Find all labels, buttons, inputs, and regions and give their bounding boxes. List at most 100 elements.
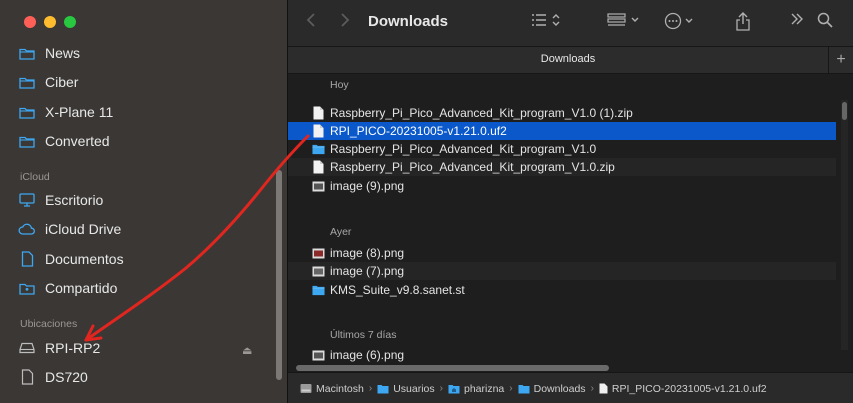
sidebar-item-icloud-drive[interactable]: iCloud Drive (18, 218, 121, 240)
folder-icon (18, 44, 36, 62)
window-title: Downloads (368, 13, 449, 30)
file-name: Raspberry_Pi_Pico_Advanced_Kit_program_V… (330, 160, 615, 174)
sidebar-item-label: Escritorio (45, 192, 104, 208)
image-thumbnail-icon (312, 246, 325, 260)
path-crumb-label: RPI_PICO-20231005-v1.21.0.uf2 (611, 382, 767, 395)
disk-icon (300, 383, 312, 394)
file-name: Raspberry_Pi_Pico_Advanced_Kit_program_V… (330, 106, 633, 120)
chevron-right-icon: › (509, 383, 513, 394)
document-icon (312, 124, 325, 138)
sidebar-section-icloud: iCloud (20, 171, 50, 183)
tab-bar: Downloads + (288, 46, 853, 74)
file-row[interactable]: Raspberry_Pi_Pico_Advanced_Kit_program_V… (288, 158, 836, 176)
overflow-chevron-icon[interactable] (790, 12, 804, 31)
close-button[interactable] (24, 16, 36, 28)
tab-downloads[interactable]: Downloads (288, 53, 848, 65)
path-crumb-downloads[interactable]: Downloads (518, 383, 586, 395)
file-row[interactable]: image (8).png (288, 244, 836, 262)
external-drive-icon (18, 339, 36, 357)
minimize-button[interactable] (44, 16, 56, 28)
image-thumbnail-icon (312, 264, 325, 278)
path-bar: Macintosh › Usuarios › pharizna › Downlo… (288, 372, 853, 403)
file-browser: Downloads Downloads + Hoy Raspberry_Pi_P… (288, 0, 853, 403)
path-crumb-pharizna[interactable]: pharizna (448, 383, 504, 395)
file-name: image (9).png (330, 179, 405, 193)
folder-icon (312, 142, 325, 156)
file-row[interactable]: image (6).png (288, 347, 836, 363)
sidebar-item-label: Ciber (45, 74, 79, 90)
image-thumbnail-icon (312, 348, 325, 362)
sidebar-item-label: Documentos (45, 251, 124, 267)
list-view-icon[interactable] (531, 12, 563, 33)
home-folder-icon (448, 384, 460, 394)
file-row[interactable]: KMS_Suite_v9.8.sanet.st (288, 281, 836, 299)
horizontal-scrollbar-thumb[interactable] (296, 365, 609, 371)
path-crumb-macintosh[interactable]: Macintosh (300, 383, 364, 395)
document-icon (18, 368, 36, 386)
sidebar-item-label: News (45, 45, 81, 61)
forward-icon[interactable] (340, 12, 350, 33)
file-row[interactable]: image (9).png (288, 177, 836, 195)
file-name: KMS_Suite_v9.8.sanet.st (330, 283, 465, 297)
folder-icon (518, 384, 530, 394)
sidebar-item-ciber[interactable]: Ciber (18, 71, 78, 93)
folder-icon (18, 73, 36, 91)
file-row[interactable]: Raspberry_Pi_Pico_Advanced_Kit_program_V… (288, 140, 836, 158)
path-crumb-label: Usuarios (393, 382, 435, 395)
chevron-right-icon: › (590, 383, 594, 394)
path-crumb-usuarios[interactable]: Usuarios (377, 382, 435, 395)
sidebar: News Ciber X-Plane 11 Converted iCloud E… (0, 0, 288, 403)
document-icon (18, 250, 36, 268)
sidebar-item-news[interactable]: News (18, 42, 80, 64)
sidebar-item-compartido[interactable]: Compartido (18, 277, 117, 299)
sidebar-item-ds720[interactable]: DS720 (18, 366, 88, 388)
path-crumb-file[interactable]: RPI_PICO-20231005-v1.21.0.uf2 (599, 383, 767, 395)
group-icon[interactable] (607, 12, 643, 33)
sidebar-item-converted[interactable]: Converted (18, 130, 110, 152)
path-crumb-label: Downloads (533, 382, 586, 395)
desktop-icon (18, 191, 36, 209)
folder-icon (312, 283, 325, 297)
new-tab-button[interactable]: + (828, 47, 853, 73)
path-crumb-label: Macintosh (316, 382, 364, 395)
sidebar-scrollbar[interactable] (276, 170, 282, 380)
sidebar-item-label: X-Plane 11 (45, 104, 114, 120)
sidebar-item-label: Compartido (45, 280, 118, 296)
sidebar-item-documentos[interactable]: Documentos (18, 248, 124, 270)
document-icon (599, 383, 608, 394)
sidebar-item-label: iCloud Drive (45, 221, 122, 237)
file-name: image (7).png (330, 264, 405, 278)
sidebar-item-label: RPI-RP2 (45, 340, 101, 356)
file-row[interactable]: image (7).png (288, 262, 836, 280)
sidebar-item-x-plane-11[interactable]: X-Plane 11 (18, 101, 113, 123)
toolbar: Downloads (288, 0, 853, 46)
share-icon[interactable] (735, 12, 751, 36)
search-icon[interactable] (817, 12, 833, 33)
vertical-scrollbar-thumb[interactable] (842, 102, 847, 120)
folder-icon (377, 384, 389, 394)
file-name: RPI_PICO-20231005-v1.21.0.uf2 (330, 124, 507, 138)
sidebar-item-label: Converted (45, 133, 110, 149)
file-row[interactable]: Raspberry_Pi_Pico_Advanced_Kit_program_V… (288, 104, 836, 122)
group-header: Últimos 7 días (330, 329, 397, 341)
sidebar-item-escritorio[interactable]: Escritorio (18, 189, 103, 211)
image-thumbnail-icon (312, 179, 325, 193)
zoom-button[interactable] (64, 16, 76, 28)
eject-icon[interactable]: ⏏ (242, 344, 252, 357)
sidebar-item-label: DS720 (45, 369, 88, 385)
more-actions-icon[interactable] (664, 12, 696, 35)
document-icon (312, 160, 325, 174)
sidebar-item-rpi-rp2[interactable]: RPI-RP2 (18, 337, 100, 359)
shared-folder-icon (18, 279, 36, 297)
folder-icon (18, 132, 36, 150)
file-row-selected[interactable]: RPI_PICO-20231005-v1.21.0.uf2 (288, 122, 836, 140)
back-icon[interactable] (306, 12, 316, 33)
file-name: image (8).png (330, 246, 405, 260)
finder-window: News Ciber X-Plane 11 Converted iCloud E… (0, 0, 853, 403)
vertical-scrollbar-track[interactable] (841, 100, 848, 350)
chevron-right-icon: › (439, 383, 443, 394)
cloud-icon (18, 220, 36, 238)
chevron-right-icon: › (368, 383, 373, 394)
group-header: Hoy (330, 79, 349, 91)
folder-icon (18, 103, 36, 121)
